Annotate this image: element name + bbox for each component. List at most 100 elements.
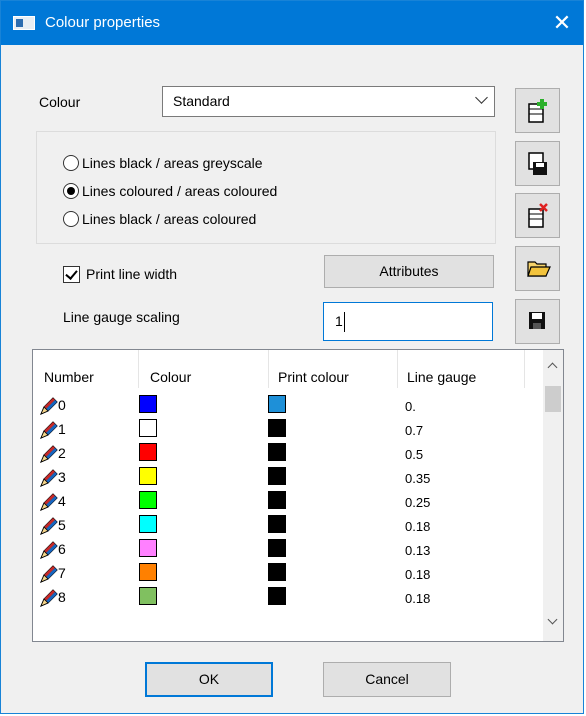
vertical-scrollbar[interactable] <box>543 350 563 641</box>
scroll-up-icon[interactable] <box>547 362 558 373</box>
radio-button[interactable] <box>63 183 79 199</box>
print-colour-swatch[interactable] <box>268 443 286 461</box>
row-number: 7 <box>58 565 66 581</box>
colour-swatch[interactable] <box>139 515 157 533</box>
print-line-width-checkbox[interactable] <box>63 266 80 283</box>
row-number: 3 <box>58 469 66 485</box>
open-folder-icon <box>527 261 551 277</box>
row-number: 1 <box>58 421 66 437</box>
print-colour-swatch[interactable] <box>268 587 286 605</box>
colour-dropdown-value: Standard <box>173 93 230 109</box>
radio-lines-coloured-areas-coloured[interactable]: Lines coloured / areas coloured <box>63 181 277 201</box>
new-icon <box>528 99 547 123</box>
line-gauge-value: 0.5 <box>405 447 424 462</box>
print-colour-swatch[interactable] <box>268 467 286 485</box>
pen-icon <box>39 444 59 467</box>
colour-swatch[interactable] <box>139 491 157 509</box>
print-line-width-label: Print line width <box>86 266 178 282</box>
row-number: 5 <box>58 517 66 533</box>
column-header-number[interactable]: Number <box>44 369 94 385</box>
row-number: 6 <box>58 541 66 557</box>
column-divider[interactable] <box>397 350 398 388</box>
pen-icon <box>39 588 59 611</box>
line-gauge-scaling-input[interactable]: 1 <box>323 302 493 341</box>
colour-dropdown[interactable]: Standard <box>162 86 495 117</box>
delete-icon <box>528 203 548 228</box>
table-row[interactable]: 2 0.5 <box>33 442 543 466</box>
print-colour-swatch[interactable] <box>268 395 286 413</box>
pen-icon <box>39 492 59 515</box>
line-gauge-value: 0.35 <box>405 471 431 486</box>
print-colour-swatch[interactable] <box>268 515 286 533</box>
colour-table[interactable]: Number Colour Print colour Line gauge 00… <box>32 349 564 642</box>
line-gauge-value: 0.18 <box>405 519 431 534</box>
print-colour-swatch[interactable] <box>268 539 286 557</box>
close-button[interactable]: ✕ <box>539 1 583 45</box>
save-icon <box>529 312 545 329</box>
table-row[interactable]: 8 0.18 <box>33 586 543 610</box>
save-as-button[interactable] <box>515 141 560 186</box>
line-gauge-value: 0.13 <box>405 543 431 558</box>
title-bar: Colour properties ✕ <box>1 1 583 45</box>
print-colour-swatch[interactable] <box>268 491 286 509</box>
column-header-line-gauge[interactable]: Line gauge <box>407 369 476 385</box>
pen-icon <box>39 396 59 419</box>
radio-label: Lines coloured / areas coloured <box>82 183 278 199</box>
save-as-icon <box>528 152 547 175</box>
colour-swatch[interactable] <box>139 467 157 485</box>
table-row[interactable]: 0 0. <box>33 394 543 418</box>
save-colour-table-button[interactable] <box>515 299 560 344</box>
colour-swatch[interactable] <box>139 443 157 461</box>
row-number: 2 <box>58 445 66 461</box>
table-row[interactable]: 7 0.18 <box>33 562 543 586</box>
pen-icon <box>39 564 59 587</box>
row-number: 4 <box>58 493 66 509</box>
column-divider[interactable] <box>268 350 269 388</box>
line-gauge-value: 0.18 <box>405 567 431 582</box>
radio-lines-black-areas-coloured[interactable]: Lines black / areas coloured <box>63 209 256 229</box>
table-row[interactable]: 4 0.25 <box>33 490 543 514</box>
column-divider[interactable] <box>138 350 139 388</box>
colour-swatch[interactable] <box>139 587 157 605</box>
table-row[interactable]: 1 0.7 <box>33 418 543 442</box>
window-icon <box>13 16 35 30</box>
radio-label: Lines black / areas greyscale <box>82 155 263 171</box>
pen-icon <box>39 468 59 491</box>
line-gauge-scaling-value: 1 <box>335 313 343 329</box>
cancel-button[interactable]: Cancel <box>323 662 451 697</box>
table-row[interactable]: 6 0.13 <box>33 538 543 562</box>
colour-swatch[interactable] <box>139 419 157 437</box>
new-colour-table-button[interactable] <box>515 88 560 133</box>
pen-icon <box>39 516 59 539</box>
print-colour-swatch[interactable] <box>268 563 286 581</box>
colour-label: Colour <box>39 94 81 110</box>
scroll-down-icon[interactable] <box>547 614 558 625</box>
table-row[interactable]: 5 0.18 <box>33 514 543 538</box>
colour-swatch[interactable] <box>139 539 157 557</box>
row-number: 8 <box>58 589 66 605</box>
pen-icon <box>39 420 59 443</box>
print-colour-swatch[interactable] <box>268 419 286 437</box>
text-caret <box>344 312 345 332</box>
column-header-print-colour[interactable]: Print colour <box>278 369 349 385</box>
attributes-button[interactable]: Attributes <box>324 255 494 288</box>
pen-icon <box>39 540 59 563</box>
scrollbar-thumb[interactable] <box>545 386 561 412</box>
line-gauge-value: 0. <box>405 399 416 414</box>
column-header-colour[interactable]: Colour <box>150 369 191 385</box>
radio-button[interactable] <box>63 211 79 227</box>
colour-swatch[interactable] <box>139 563 157 581</box>
column-divider[interactable] <box>524 350 525 388</box>
radio-lines-black-areas-greyscale[interactable]: Lines black / areas greyscale <box>63 153 263 173</box>
open-colour-table-button[interactable] <box>515 246 560 291</box>
colour-properties-dialog: Colour properties ✕ Colour Standard Line… <box>0 0 584 714</box>
line-gauge-value: 0.25 <box>405 495 431 510</box>
colour-swatch[interactable] <box>139 395 157 413</box>
delete-colour-table-button[interactable] <box>515 193 560 238</box>
line-gauge-value: 0.7 <box>405 423 424 438</box>
table-row[interactable]: 3 0.35 <box>33 466 543 490</box>
ok-button[interactable]: OK <box>145 662 273 697</box>
chevron-down-icon <box>475 91 488 104</box>
table-header: Number Colour Print colour Line gauge <box>33 350 543 390</box>
radio-button[interactable] <box>63 155 79 171</box>
